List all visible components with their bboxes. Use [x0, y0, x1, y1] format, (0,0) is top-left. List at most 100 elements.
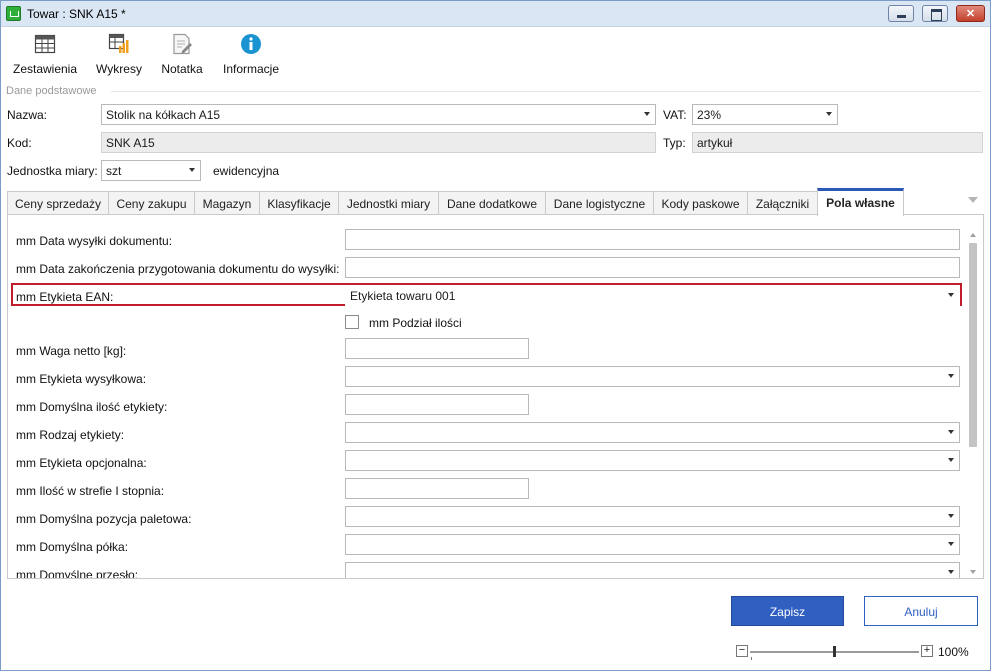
przeslo-combo[interactable] — [345, 562, 960, 578]
type-field: artykuł — [692, 132, 983, 153]
etykieta-ean-value: Etykieta towaru 001 — [350, 289, 456, 303]
name-value: Stolik na kółkach A15 — [106, 108, 221, 122]
przeslo-label: mm Domyślne przesło: — [16, 568, 139, 579]
note-pencil-icon — [173, 33, 192, 55]
chevron-down-icon — [948, 374, 954, 378]
etykieta-wysylkowa-combo[interactable] — [345, 366, 960, 387]
rodzaj-etykiety-combo[interactable] — [345, 422, 960, 443]
pozycja-paletowa-label: mm Domyślna pozycja paletowa: — [16, 512, 192, 526]
cancel-button[interactable]: Anuluj — [864, 596, 978, 626]
pozycja-paletowa-combo[interactable] — [345, 506, 960, 527]
minimize-button[interactable] — [888, 5, 914, 22]
window-title: Towar : SNK A15 * — [27, 7, 126, 21]
product-window: Towar : SNK A15 * Zestawienia Wykresy — [0, 0, 991, 671]
vat-value: 23% — [697, 108, 722, 122]
name-label: Nazwa: — [7, 108, 48, 122]
ilosc-strefie-input[interactable] — [345, 478, 529, 499]
close-icon — [957, 6, 984, 21]
toolbar-label: Zestawienia — [12, 62, 78, 76]
tab-zalaczniki[interactable]: Załączniki — [747, 191, 818, 215]
chevron-down-icon — [948, 570, 954, 574]
data-wysylki-input[interactable] — [345, 229, 960, 250]
data-wysylki-label: mm Data wysyłki dokumentu: — [16, 234, 173, 248]
name-combo[interactable]: Stolik na kółkach A15 — [101, 104, 656, 125]
zoom-slider-tick — [751, 657, 752, 660]
unit-label: Jednostka miary: — [7, 164, 98, 178]
domyslna-ilosc-input[interactable] — [345, 394, 529, 415]
etykieta-opcjonalna-combo[interactable] — [345, 450, 960, 471]
title-bar: Towar : SNK A15 * — [1, 1, 990, 27]
toolbar-zestawienia-button[interactable]: Zestawienia — [9, 31, 81, 79]
polka-label: mm Domyślna półka: — [16, 540, 129, 554]
chevron-down-icon — [644, 112, 650, 116]
chevron-down-icon — [948, 458, 954, 462]
chevron-down-icon — [948, 542, 954, 546]
info-circle-icon — [241, 34, 261, 54]
chevron-down-icon — [948, 430, 954, 434]
section-divider — [111, 91, 981, 92]
custom-fields-panel: mm Data wysyłki dokumentu: mm Data zakoń… — [7, 214, 984, 579]
tab-pola-wlasne[interactable]: Pola własne — [817, 188, 904, 216]
unit-value: szt — [106, 164, 122, 178]
chevron-down-icon — [189, 168, 195, 172]
tab-ceny-zakupu[interactable]: Ceny zakupu — [108, 191, 195, 215]
zoom-level: 100% — [938, 645, 969, 659]
vat-label: VAT: — [663, 108, 687, 122]
domyslna-ilosc-label: mm Domyślna ilość etykiety: — [16, 400, 168, 414]
polka-combo[interactable] — [345, 534, 960, 555]
scrollbar-thumb[interactable] — [969, 243, 977, 447]
tab-dane-logistyczne[interactable]: Dane logistyczne — [545, 191, 654, 215]
unit-note: ewidencyjna — [213, 164, 280, 178]
code-field: SNK A15 — [101, 132, 656, 153]
code-label: Kod: — [7, 136, 32, 150]
table-grid-icon — [34, 34, 56, 54]
section-label: Dane podstawowe — [6, 85, 97, 97]
chevron-down-icon — [948, 293, 954, 297]
toolbar-wykresy-button[interactable]: Wykresy — [92, 31, 146, 79]
data-zakonczenia-label: mm Data zakończenia przygotowania dokume… — [16, 262, 340, 276]
toolbar-label: Wykresy — [96, 62, 142, 76]
zoom-slider-thumb[interactable] — [833, 646, 836, 657]
toolbar-informacje-button[interactable]: Informacje — [219, 31, 283, 79]
save-button[interactable]: Zapisz — [731, 596, 844, 626]
tab-klasyfikacje[interactable]: Klasyfikacje — [259, 191, 339, 215]
maximize-button[interactable] — [922, 5, 948, 22]
rodzaj-etykiety-label: mm Rodzaj etykiety: — [16, 428, 125, 442]
chart-table-icon — [108, 33, 129, 53]
chevron-down-icon — [826, 112, 832, 116]
tab-overflow-icon[interactable] — [968, 197, 978, 203]
type-label: Typ: — [663, 136, 686, 150]
tab-ceny-sprzedazy[interactable]: Ceny sprzedaży — [7, 191, 109, 215]
maximize-icon — [923, 6, 947, 21]
etykieta-ean-combo[interactable]: Etykieta towaru 001 — [345, 285, 960, 306]
close-button[interactable] — [956, 5, 985, 22]
scroll-up-icon[interactable] — [970, 233, 976, 237]
etykieta-wysylkowa-label: mm Etykieta wysyłkowa: — [16, 372, 147, 386]
tab-jednostki-miary[interactable]: Jednostki miary — [338, 191, 439, 215]
toolbar-notatka-button[interactable]: Notatka — [157, 31, 207, 79]
podzial-ilosci-label: mm Podział ilości — [369, 316, 462, 330]
data-zakonczenia-input[interactable] — [345, 257, 960, 278]
toolbar-label: Informacje — [222, 62, 280, 76]
waga-netto-input[interactable] — [345, 338, 529, 359]
toolbar-label: Notatka — [161, 62, 203, 76]
etykieta-opcjonalna-label: mm Etykieta opcjonalna: — [16, 456, 147, 470]
scroll-down-icon[interactable] — [970, 570, 976, 574]
minimize-icon — [889, 6, 913, 21]
code-value: SNK A15 — [106, 136, 155, 150]
zoom-in-button[interactable]: + — [921, 645, 933, 657]
tab-magazyn[interactable]: Magazyn — [194, 191, 260, 215]
etykieta-ean-label: mm Etykieta EAN: — [16, 290, 114, 304]
podzial-ilosci-checkbox[interactable] — [345, 315, 359, 329]
vertical-scrollbar[interactable] — [965, 229, 982, 578]
waga-netto-label: mm Waga netto [kg]: — [16, 344, 127, 358]
tab-dane-dodatkowe[interactable]: Dane dodatkowe — [438, 191, 546, 215]
chevron-down-icon — [948, 514, 954, 518]
basket-app-icon — [6, 6, 21, 21]
type-value: artykuł — [697, 136, 733, 150]
zoom-out-button[interactable]: − — [736, 645, 748, 657]
vat-combo[interactable]: 23% — [692, 104, 838, 125]
ilosc-strefie-label: mm Ilość w strefie I stopnia: — [16, 484, 165, 498]
unit-combo[interactable]: szt — [101, 160, 201, 181]
tab-kody-paskowe[interactable]: Kody paskowe — [653, 191, 748, 215]
